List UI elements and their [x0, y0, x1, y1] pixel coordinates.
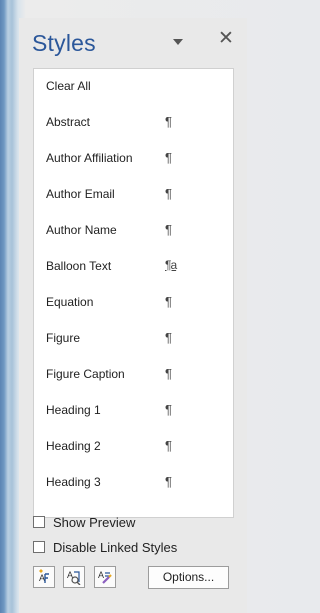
pane-title: Styles — [32, 30, 96, 56]
style-item-label: Author Name — [46, 223, 117, 237]
paragraph-mark-icon: ¶ — [165, 186, 172, 201]
style-item-label: Heading 3 — [46, 475, 101, 489]
style-item-heading-1[interactable]: Heading 1 ¶ — [34, 399, 233, 423]
style-item-figure-caption[interactable]: Figure Caption ¶ — [34, 363, 233, 387]
disable-linked-styles-checkbox[interactable] — [33, 541, 45, 553]
manage-styles-icon: A — [98, 570, 112, 584]
paragraph-mark-icon: ¶ — [165, 150, 172, 165]
svg-text:A: A — [98, 570, 104, 580]
style-item-balloon-text[interactable]: Balloon Text ¶a — [34, 255, 233, 279]
disable-linked-styles-label: Disable Linked Styles — [53, 540, 178, 555]
style-item-label: Heading 2 — [46, 439, 101, 453]
style-item-label: Balloon Text — [46, 259, 112, 273]
style-item-author-email[interactable]: Author Email ¶ — [34, 183, 233, 207]
paragraph-mark-icon: ¶ — [165, 474, 172, 489]
style-item-figure[interactable]: Figure ¶ — [34, 327, 233, 351]
styles-list: Clear All Abstract ¶ Author Affiliation … — [33, 68, 234, 518]
style-item-heading-3[interactable]: Heading 3 ¶ — [34, 471, 233, 495]
style-item-author-name[interactable]: Author Name ¶ — [34, 219, 233, 243]
paragraph-mark-icon: ¶ — [165, 366, 172, 381]
show-preview-checkbox[interactable] — [33, 516, 45, 528]
style-item-author-affiliation[interactable]: Author Affiliation ¶ — [34, 147, 233, 171]
style-item-label: Abstract — [46, 115, 91, 129]
style-inspector-button[interactable]: A — [63, 566, 85, 588]
style-item-label: Equation — [46, 295, 94, 309]
new-style-button[interactable]: A — [33, 566, 55, 588]
style-item-equation[interactable]: Equation ¶ — [34, 291, 233, 315]
paragraph-mark-icon: ¶ — [165, 402, 172, 417]
chevron-down-icon[interactable] — [173, 39, 183, 45]
style-item-label: Clear All — [46, 79, 91, 93]
close-icon[interactable]: ✕ — [218, 29, 234, 49]
paragraph-mark-icon: ¶ — [165, 222, 172, 237]
paragraph-mark-icon: ¶ — [165, 114, 172, 129]
new-style-icon: A — [39, 569, 49, 583]
paragraph-mark-icon: ¶ — [165, 438, 172, 453]
style-item-clear-all[interactable]: Clear All — [34, 75, 233, 99]
manage-styles-button[interactable]: A — [94, 566, 116, 588]
styles-pane: Styles ✕ Clear All Abstract ¶ Author Aff… — [19, 18, 247, 613]
style-inspector-icon: A — [67, 570, 81, 585]
linked-style-mark-icon: ¶a — [165, 258, 177, 272]
style-item-label: Figure — [46, 331, 81, 345]
style-item-heading-2[interactable]: Heading 2 ¶ — [34, 435, 233, 459]
show-preview-label: Show Preview — [53, 515, 136, 530]
style-item-label: Author Email — [46, 187, 115, 201]
style-item-label: Heading 1 — [46, 403, 101, 417]
paragraph-mark-icon: ¶ — [165, 294, 172, 309]
paragraph-mark-icon: ¶ — [165, 330, 172, 345]
style-item-label: Author Affiliation — [46, 151, 133, 165]
style-item-abstract[interactable]: Abstract ¶ — [34, 111, 233, 135]
options-button[interactable]: Options... — [148, 566, 229, 589]
style-item-label: Figure Caption — [46, 367, 125, 381]
svg-text:A: A — [39, 573, 45, 583]
